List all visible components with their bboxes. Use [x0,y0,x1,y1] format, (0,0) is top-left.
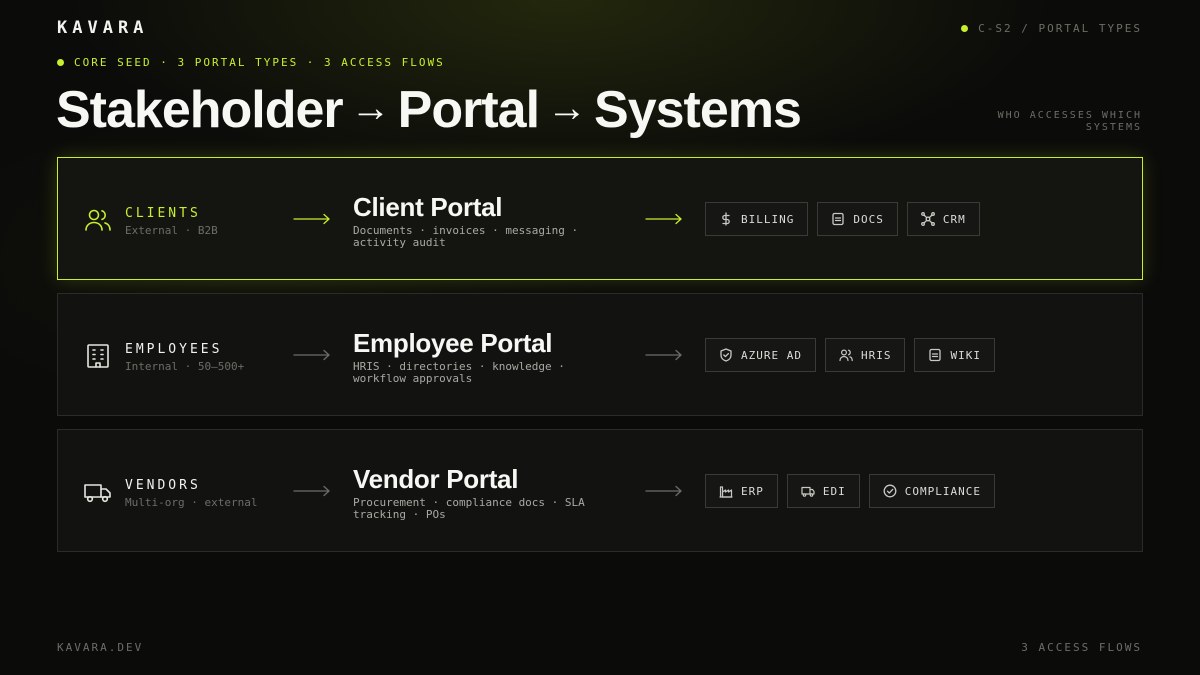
portal-description: HRIS · directories · knowledge · workflo… [353,360,565,385]
system-label: AZURE AD [741,348,802,362]
system-list: AZURE AD HRIS WIKI [705,338,995,372]
check-circle-icon [883,484,897,498]
flow-arrow-icon [645,349,682,361]
system-label: ERP [741,484,764,498]
flow-arrow-icon [293,485,330,497]
system-label: COMPLIANCE [904,484,981,498]
building-icon [87,344,109,368]
dollar-icon [722,212,730,226]
footer-website[interactable]: KAVARA.DEV [57,641,143,654]
arrow-right-icon: → [547,86,587,130]
accent-dot [57,59,64,66]
users-icon [839,349,853,362]
eyebrow-text: CORE SEED · 3 PORTAL TYPES · 3 ACCESS FL… [74,56,445,69]
system-chip-wiki[interactable]: WIKI [914,338,995,372]
users-icon [85,209,111,231]
system-label: BILLING [741,212,795,226]
system-chip-billing[interactable]: BILLING [705,202,809,236]
title-part-stakeholder: Stakeholder [56,81,344,139]
stakeholder-subtitle: Internal · 50–500+ [125,360,245,373]
system-label: DOCS [853,212,884,226]
stakeholder-subtitle: Multi-org · external [125,496,258,509]
factory-icon [719,486,733,498]
footer-caption: 3 ACCESS FLOWS [1021,641,1142,654]
arrow-right-icon: → [350,86,391,130]
stakeholder-name: CLIENTS [125,206,201,221]
document-icon [832,212,845,226]
system-chip-compliance[interactable]: COMPLIANCE [868,474,995,508]
system-label: CRM [942,212,966,226]
slide-id-text: C-S2 / PORTAL TYPES [978,22,1142,35]
flow-arrow-icon [293,213,330,225]
portal-name: Vendor Portal [353,464,519,494]
flow-row-clients[interactable]: CLIENTS External · B2B Client Portal Doc… [57,157,1143,280]
document-icon [929,348,942,362]
flow-arrow-icon [293,349,330,361]
system-chip-erp[interactable]: ERP [705,474,778,508]
eyebrow: CORE SEED · 3 PORTAL TYPES · 3 ACCESS FL… [57,56,445,69]
portal-name: Client Portal [353,192,503,222]
network-icon [920,212,935,226]
system-chip-edi[interactable]: EDI [786,474,860,508]
portal-description: Documents · invoices · messaging · activ… [353,224,579,249]
title-part-systems: Systems [594,81,802,139]
flow-arrow-icon [645,485,682,497]
stakeholder-name: VENDORS [125,478,201,493]
system-list: ERP EDI COMPLIANCE [705,474,995,508]
page-title: Stakeholder → Portal → Systems [56,80,802,140]
shield-icon [720,348,732,362]
portal-name: Employee Portal [353,328,553,358]
system-chip-crm[interactable]: CRM [906,202,980,236]
stakeholder-name: EMPLOYEES [125,342,223,357]
system-chip-hris[interactable]: HRIS [824,338,906,372]
tagline: WHO ACCESSES WHICH SYSTEMS [997,110,1142,133]
accent-dot [961,25,969,32]
truck-icon [801,486,815,497]
slide-id: C-S2 / PORTAL TYPES [961,22,1142,35]
stakeholder-subtitle: External · B2B [125,224,218,237]
system-label: EDI [822,484,846,498]
title-part-portal: Portal [397,81,540,139]
brand-logo: KAVARA [57,18,149,38]
portal-description: Procurement · compliance docs · SLA trac… [353,496,585,521]
system-chip-docs[interactable]: DOCS [817,202,898,236]
flow-row-vendors[interactable]: VENDORS Multi-org · external Vendor Port… [57,429,1143,552]
system-list: BILLING DOCS CRM [705,202,980,236]
system-chip-azure-ad[interactable]: AZURE AD [705,338,816,372]
flow-arrow-icon [645,213,682,225]
flow-row-employees[interactable]: EMPLOYEES Internal · 50–500+ Employee Po… [57,293,1143,416]
system-label: HRIS [860,348,892,362]
system-label: WIKI [950,348,981,362]
truck-icon [84,484,111,503]
